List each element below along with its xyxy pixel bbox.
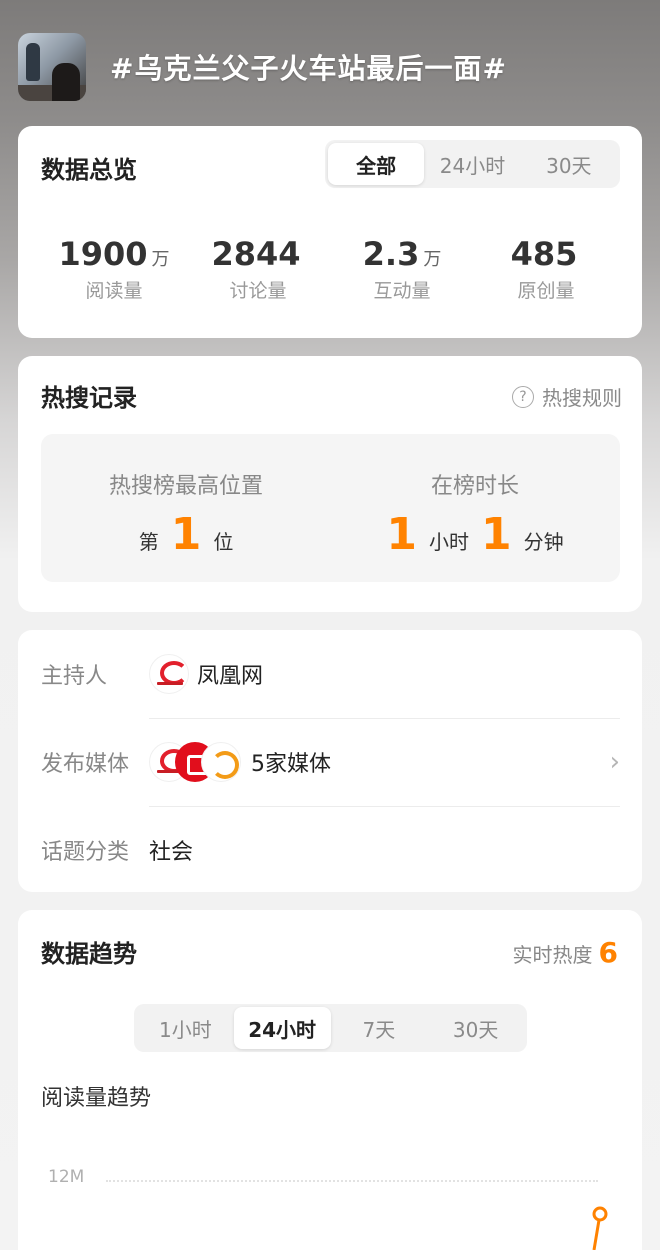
stat-unit: 万 <box>423 249 442 270</box>
trend-point <box>592 1206 608 1222</box>
topic-info-card: 主持人 凤凰网 发布媒体 5家媒体 › 话题分类 社会 <box>18 630 642 892</box>
tab-24h[interactable]: 24小时 <box>233 1007 331 1049</box>
stat-reads: 1900 万 阅读量 <box>42 234 186 303</box>
stat-originals: 485 原创量 <box>474 234 618 303</box>
media-label: 发布媒体 <box>41 752 130 777</box>
stat-value: 485 <box>510 235 578 273</box>
stat-value: 1900 <box>58 235 148 273</box>
media-logos <box>149 742 241 782</box>
trend-line-chart <box>592 1206 608 1250</box>
stat-label: 互动量 <box>373 280 431 302</box>
help-circle-icon: ? <box>512 385 534 408</box>
realtime-value: 6 <box>598 936 618 969</box>
topic-thumbnail[interactable] <box>18 33 86 101</box>
duration-hours-unit: 小时 <box>429 530 469 554</box>
hot-search-summary: 热搜榜最高位置 第 1 位 在榜时长 1 小时 1 分钟 <box>41 434 620 582</box>
overview-stats: 1900 万 阅读量 2844 讨论量 2.3 万 互动量 485 原创量 <box>18 234 642 303</box>
chart-subtitle: 阅读量趋势 <box>41 1086 152 1111</box>
chevron-right-icon[interactable]: › <box>610 747 620 777</box>
duration-minutes: 1 <box>481 509 512 560</box>
trend-card: 数据趋势 实时热度 6 1小时 24小时 7天 30天 阅读量趋势 12M <box>18 910 642 1250</box>
media-value: 5家媒体 <box>251 752 331 777</box>
stat-label: 阅读量 <box>85 280 143 302</box>
highest-position: 热搜榜最高位置 第 1 位 <box>41 434 331 558</box>
position-value: 1 <box>170 509 202 560</box>
topic-header: #乌克兰父子火车站最后一面# <box>18 32 642 102</box>
hot-search-rules-link[interactable]: ? 热搜规则 <box>512 382 622 411</box>
position-suffix: 位 <box>213 530 234 554</box>
stat-discussions: 2844 讨论量 <box>186 234 330 303</box>
hot-search-card: 热搜记录 ? 热搜规则 热搜榜最高位置 第 1 位 在榜时长 1 小时 1 分钟 <box>18 356 642 612</box>
tab-24h[interactable]: 24小时 <box>424 143 520 185</box>
overview-card: 数据总览 全部 24小时 30天 1900 万 阅读量 2844 讨论量 2.3 万… <box>18 126 642 338</box>
ifeng-logo-icon[interactable] <box>149 654 189 694</box>
media-logo-icon <box>201 742 241 782</box>
stat-label: 原创量 <box>517 280 575 302</box>
tab-30d[interactable]: 30天 <box>427 1007 524 1049</box>
stat-value: 2.3 <box>362 235 420 273</box>
overview-title: 数据总览 <box>41 156 137 184</box>
duration-label: 在榜时长 <box>430 474 519 499</box>
host-value[interactable]: 凤凰网 <box>197 658 263 690</box>
trend-title: 数据趋势 <box>41 940 137 968</box>
realtime-heat: 实时热度 6 <box>513 936 618 969</box>
rules-label: 热搜规则 <box>542 386 622 410</box>
stat-label: 讨论量 <box>229 280 287 302</box>
highest-position-label: 热搜榜最高位置 <box>108 474 263 499</box>
position-prefix: 第 <box>138 530 159 554</box>
duration-value-row: 1 小时 1 分钟 <box>330 512 620 558</box>
hot-search-title: 热搜记录 <box>41 384 137 412</box>
realtime-label: 实时热度 <box>512 943 593 967</box>
overview-tabs: 全部 24小时 30天 <box>325 140 620 188</box>
tab-7d[interactable]: 7天 <box>331 1007 428 1049</box>
on-list-duration: 在榜时长 1 小时 1 分钟 <box>330 434 620 558</box>
duration-hours: 1 <box>386 509 417 560</box>
host-label: 主持人 <box>41 664 108 689</box>
topic-title: #乌克兰父子火车站最后一面# <box>110 52 507 85</box>
category-value[interactable]: 社会 <box>149 834 193 866</box>
category-label: 话题分类 <box>41 840 130 865</box>
category-row: 话题分类 社会 <box>41 806 620 894</box>
duration-minutes-unit: 分钟 <box>523 530 564 554</box>
stat-value: 2844 <box>211 235 301 273</box>
highest-position-value-row: 第 1 位 <box>41 512 331 558</box>
tab-30d[interactable]: 30天 <box>521 143 617 185</box>
tab-all[interactable]: 全部 <box>328 143 425 185</box>
media-row[interactable]: 发布媒体 5家媒体 › <box>41 718 620 806</box>
host-row: 主持人 凤凰网 <box>41 630 620 718</box>
stat-interactions: 2.3 万 互动量 <box>330 234 474 303</box>
tab-1h[interactable]: 1小时 <box>137 1007 234 1049</box>
trend-tabs: 1小时 24小时 7天 30天 <box>134 1004 527 1052</box>
stat-unit: 万 <box>151 249 170 270</box>
